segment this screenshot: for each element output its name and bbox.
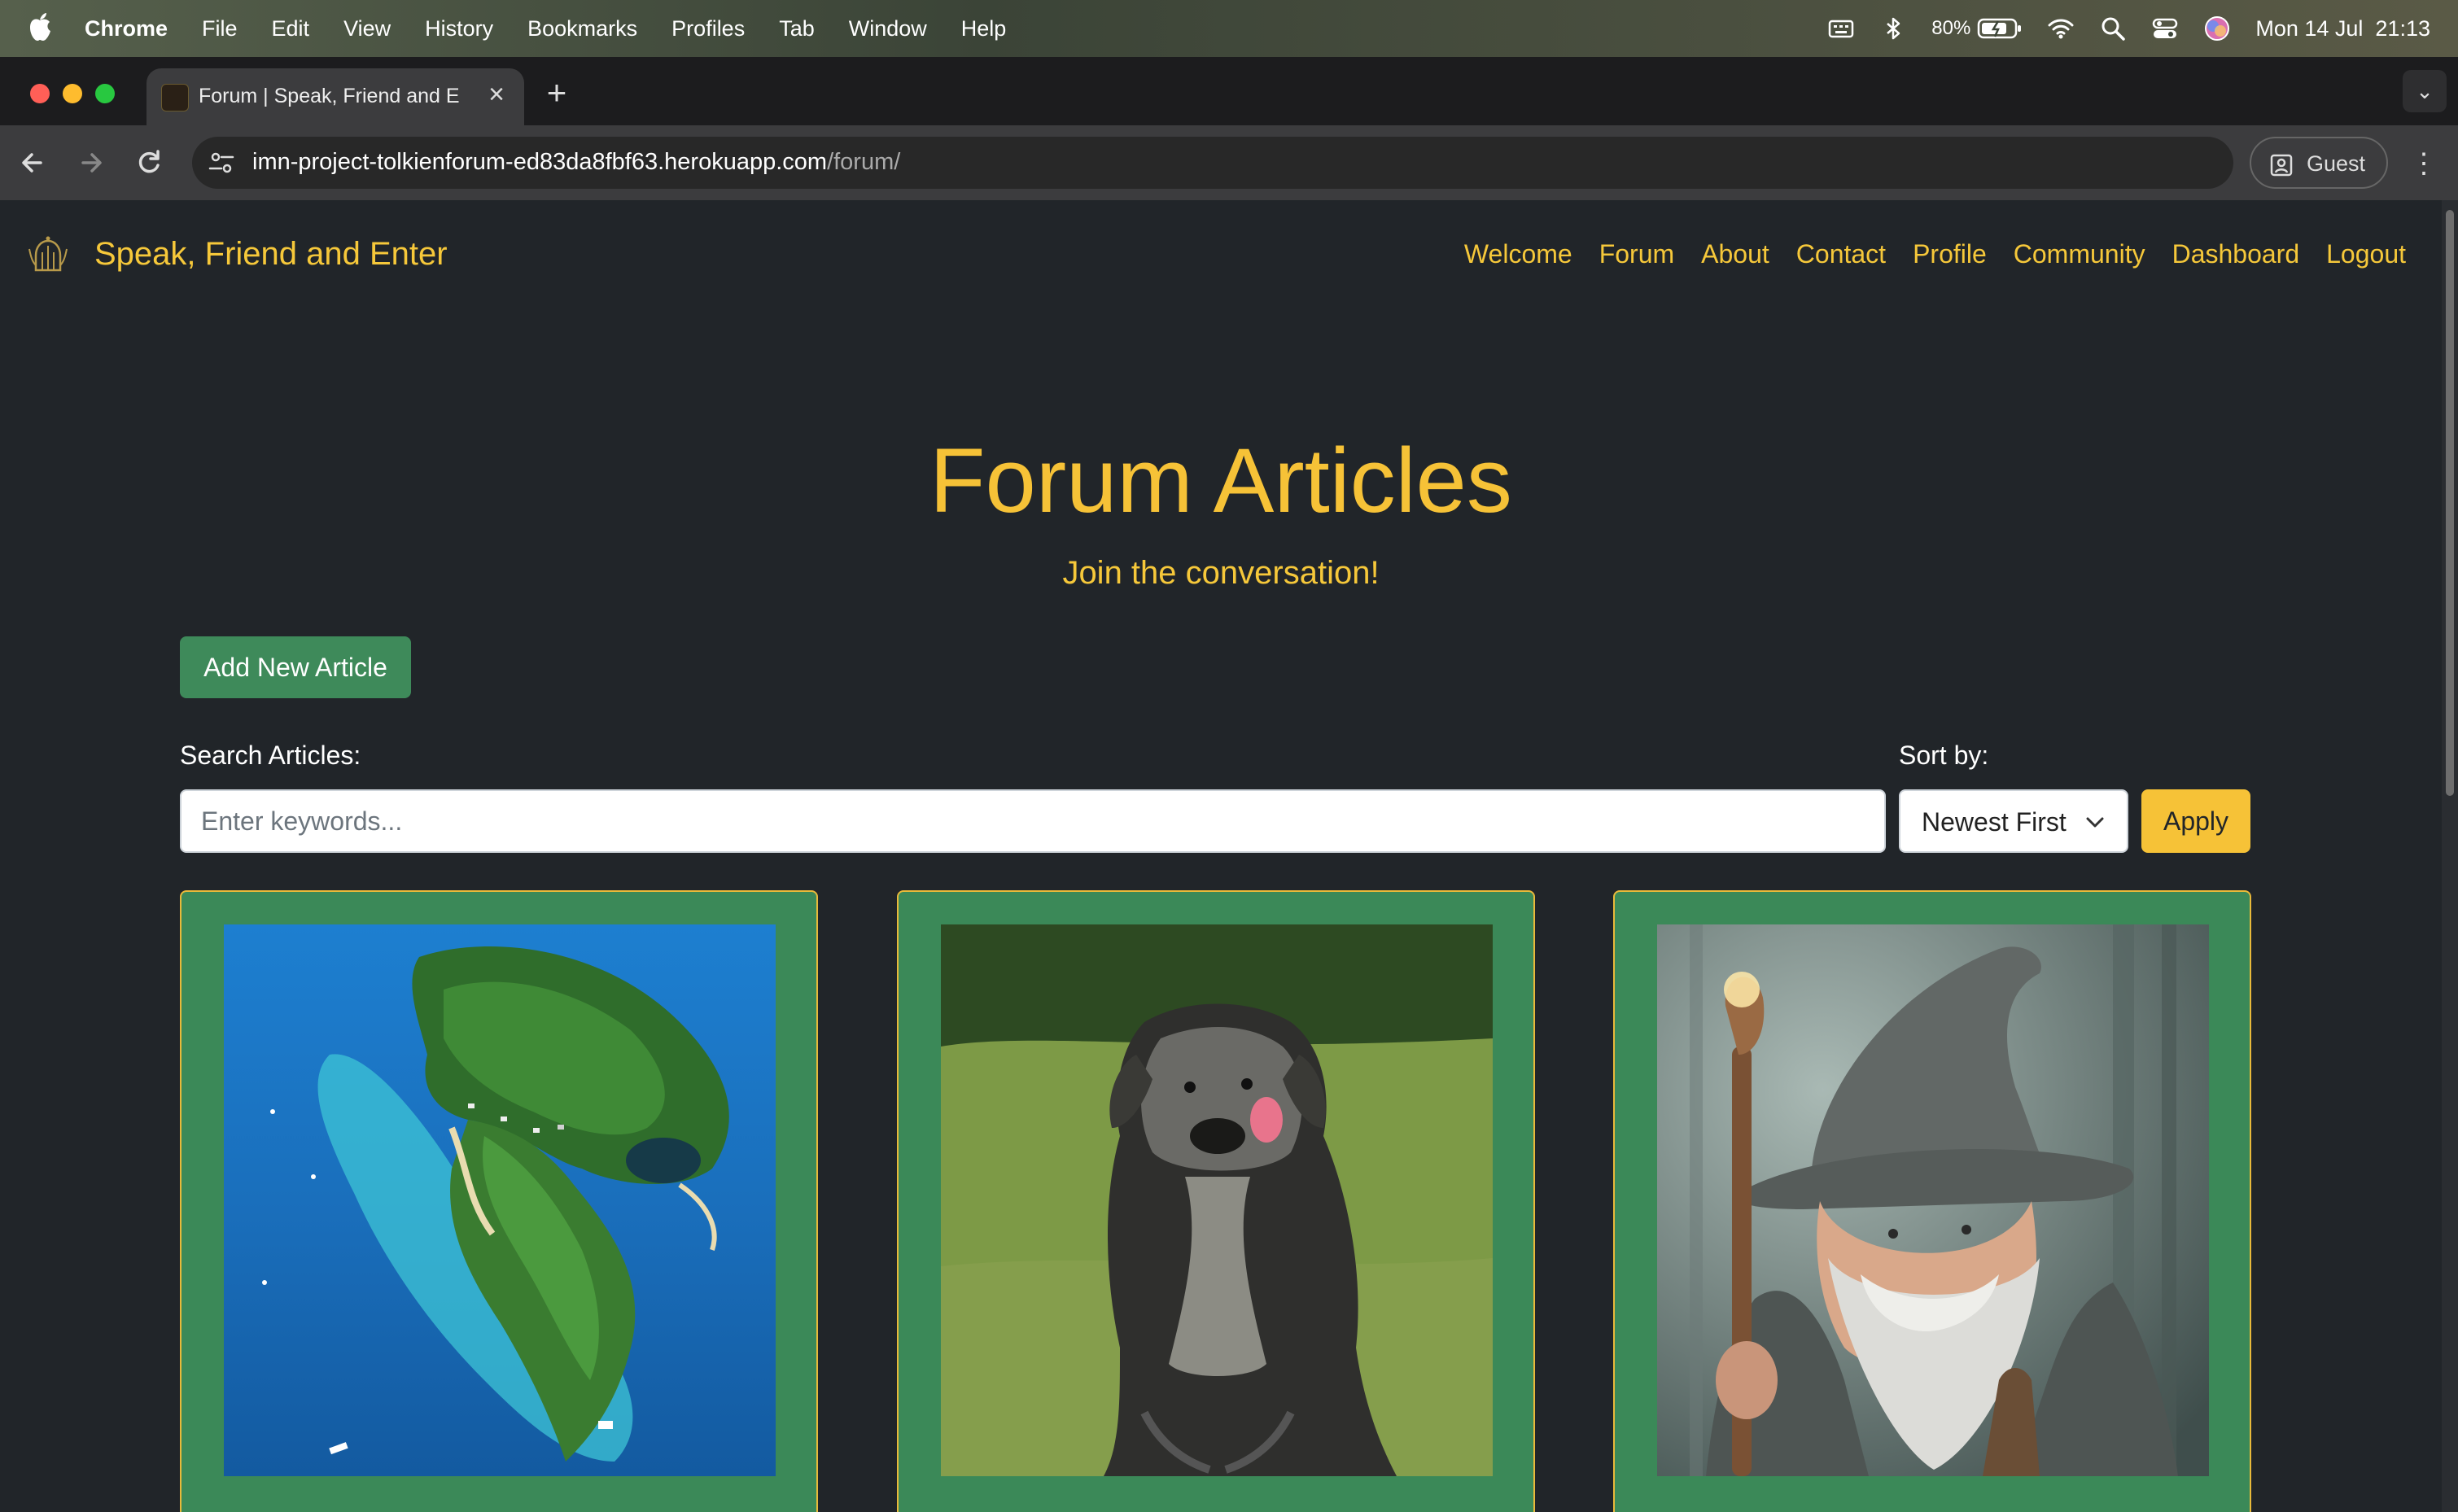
browser-tab-active[interactable]: Forum | Speak, Friend and Enter × <box>147 68 524 125</box>
siri-icon[interactable] <box>2203 15 2231 42</box>
add-new-article-button[interactable]: Add New Article <box>180 636 411 698</box>
page-title: Forum Articles <box>929 430 1512 531</box>
tab-search-chevron-icon[interactable]: ⌄ <box>2403 70 2447 112</box>
article-image-dog[interactable] <box>941 924 1493 1476</box>
menu-edit[interactable]: Edit <box>272 16 310 42</box>
site-logo-icon[interactable] <box>24 233 72 280</box>
sort-selected-value: Newest First <box>1922 807 2067 837</box>
nav-link-contact[interactable]: Contact <box>1796 239 1886 269</box>
profile-label: Guest <box>2307 151 2366 176</box>
browser-menu-kebab-icon[interactable]: ⋮ <box>2408 145 2440 182</box>
web-page: Speak, Friend and Enter Welcome Forum Ab… <box>0 200 2442 1512</box>
macos-menu-bar: Chrome File Edit View History Bookmarks … <box>0 0 2458 57</box>
article-card[interactable] <box>1613 890 2251 1512</box>
page-scrollbar[interactable] <box>2442 200 2458 1512</box>
search-input[interactable] <box>180 789 1886 853</box>
article-card[interactable] <box>180 890 818 1512</box>
sort-label: Sort by: <box>1899 741 1989 770</box>
menu-window[interactable]: Window <box>849 16 927 42</box>
article-image-wizard[interactable] <box>1657 924 2209 1476</box>
nav-link-logout[interactable]: Logout <box>2326 239 2406 269</box>
control-center-icon[interactable] <box>2151 15 2179 42</box>
site-favicon-icon <box>161 84 189 111</box>
site-settings-icon[interactable] <box>207 148 236 177</box>
window-close-button[interactable] <box>30 84 50 103</box>
forward-arrow-icon[interactable] <box>70 142 112 184</box>
menu-app-name[interactable]: Chrome <box>85 16 168 42</box>
apply-sort-button[interactable]: Apply <box>2141 789 2250 853</box>
menu-tab[interactable]: Tab <box>779 16 815 42</box>
address-bar[interactable]: imn-project-tolkienforum-ed83da8fbf63.he… <box>192 137 2233 189</box>
window-minimize-button[interactable] <box>63 84 82 103</box>
reload-icon[interactable] <box>129 142 171 184</box>
site-main-nav: Welcome Forum About Contact Profile Comm… <box>1437 239 2406 269</box>
menu-history[interactable]: History <box>425 16 493 42</box>
keyboard-input-icon[interactable] <box>1827 15 1855 42</box>
profile-guest-button[interactable]: Guest <box>2250 137 2388 189</box>
profile-icon <box>2270 154 2293 177</box>
article-card[interactable] <box>897 890 1535 1512</box>
nav-link-community[interactable]: Community <box>2014 239 2145 269</box>
nav-link-profile[interactable]: Profile <box>1913 239 1987 269</box>
search-label: Search Articles: <box>180 741 361 770</box>
wifi-icon[interactable] <box>2047 15 2075 42</box>
scrollbar-thumb[interactable] <box>2446 210 2454 796</box>
nav-link-dashboard[interactable]: Dashboard <box>2172 239 2300 269</box>
spotlight-search-icon[interactable] <box>2099 15 2127 42</box>
window-zoom-button[interactable] <box>95 84 115 103</box>
tab-close-icon[interactable]: × <box>482 80 511 109</box>
article-image-island[interactable] <box>224 924 776 1476</box>
browser-toolbar: imn-project-tolkienforum-ed83da8fbf63.he… <box>0 125 2458 200</box>
menu-view[interactable]: View <box>343 16 391 42</box>
menu-help[interactable]: Help <box>961 16 1007 42</box>
menu-bookmarks[interactable]: Bookmarks <box>527 16 637 42</box>
sort-select[interactable]: Newest First <box>1899 789 2128 853</box>
menu-file[interactable]: File <box>202 16 238 42</box>
chevron-down-icon <box>2086 817 2104 828</box>
nav-link-welcome[interactable]: Welcome <box>1464 239 1572 269</box>
site-brand-link[interactable]: Speak, Friend and Enter <box>94 236 448 273</box>
apple-logo-icon[interactable] <box>28 11 52 42</box>
new-tab-plus-icon[interactable]: + <box>540 75 573 111</box>
nav-link-about[interactable]: About <box>1701 239 1769 269</box>
url-path: /forum/ <box>827 149 901 175</box>
menu-bar-clock[interactable]: Mon 14 Jul 21:13 <box>2255 16 2430 42</box>
battery-percentage: 80% <box>1931 17 1971 39</box>
bluetooth-icon[interactable] <box>1879 15 1907 42</box>
page-subtitle: Join the conversation! <box>1062 555 1380 591</box>
url-text: imn-project-tolkienforum-ed83da8fbf63.he… <box>252 149 900 176</box>
battery-icon[interactable] <box>1977 16 2023 41</box>
nav-link-forum[interactable]: Forum <box>1599 239 1674 269</box>
back-arrow-icon[interactable] <box>11 142 54 184</box>
url-host: imn-project-tolkienforum-ed83da8fbf63.he… <box>252 149 828 175</box>
tab-title: Forum | Speak, Friend and Enter <box>199 85 459 107</box>
menu-profiles[interactable]: Profiles <box>671 16 745 42</box>
